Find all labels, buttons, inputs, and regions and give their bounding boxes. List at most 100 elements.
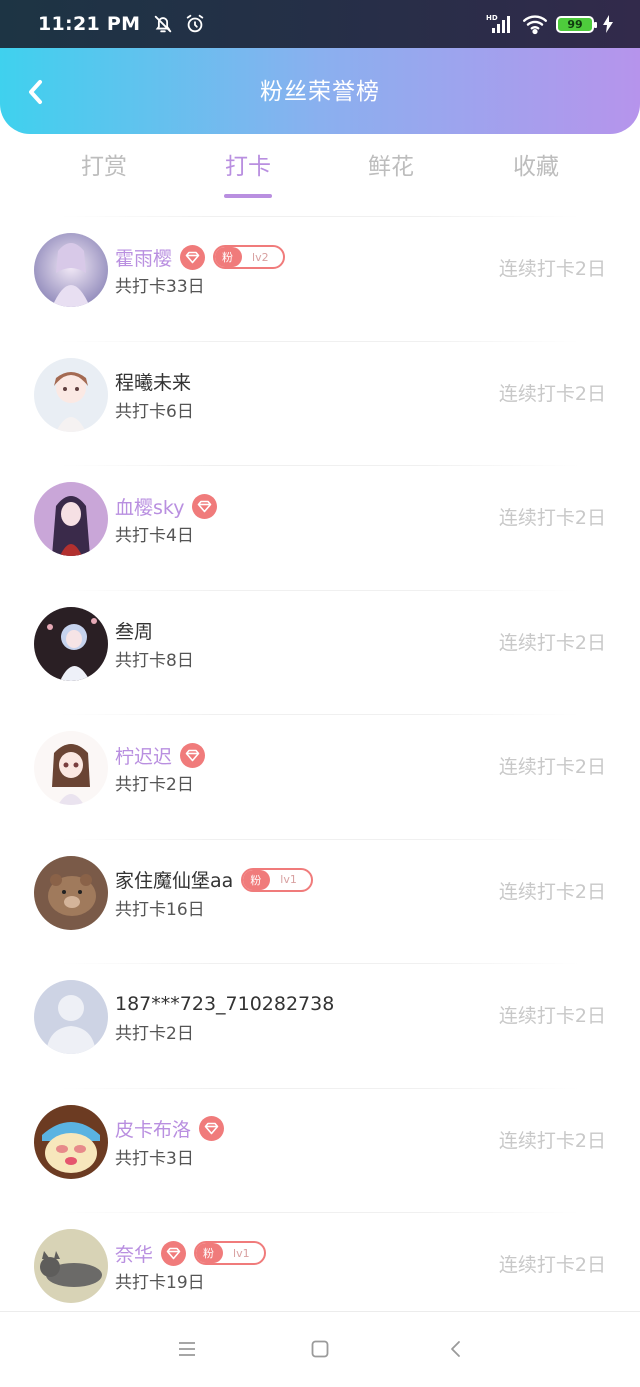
tab-active-indicator [224,194,272,198]
diamond-vip-icon [180,244,206,270]
total-checkins: 共打卡6日 [115,401,194,422]
name-line: 187***723_710282738 [115,989,334,1019]
list-item[interactable]: 叁周 共打卡8日 连续打卡2日 [0,589,640,714]
fan-name: 皮卡布洛 [115,1119,192,1141]
total-checkins: 共打卡8日 [115,650,194,671]
fan-level-badge: 粉 lv1 [241,867,313,892]
name-line: 血樱sky [115,491,218,521]
list-item[interactable]: 程曦未来 共打卡6日 连续打卡2日 [0,340,640,465]
status-bar: 11:21 PM HD 99 [0,0,640,48]
streak-text: 连续打卡2日 [498,880,606,903]
diamond-vip-icon [192,493,218,519]
total-checkins: 共打卡2日 [115,775,194,795]
list-item[interactable]: 霍雨樱 粉 lv2 共打卡33日 连续打卡2日 [0,216,640,340]
menu-icon [179,1342,195,1356]
system-back-button[interactable] [440,1334,470,1364]
streak-text: 连续打卡2日 [498,1129,606,1152]
system-nav-bar [0,1311,640,1387]
charging-icon [603,15,613,33]
divider [60,838,580,840]
total-checkins: 共打卡4日 [115,526,194,546]
battery-indicator: 99 [556,15,597,33]
avatar[interactable] [34,606,108,681]
back-triangle-icon [451,1341,460,1357]
total-checkins: 共打卡19日 [115,1273,205,1293]
fan-level-badge: 粉 lv1 [194,1241,266,1265]
divider [60,1212,580,1213]
divider [60,465,580,466]
name-line: 霍雨樱 粉 lv2 [115,242,285,272]
fan-name: 187***723_710282738 [115,993,335,1015]
divider [60,1087,580,1089]
tab-flowers[interactable]: 鲜花 [331,134,451,204]
divider [60,216,580,217]
tab-flowers-label: 鲜花 [368,154,414,180]
name-line: 柠迟迟 [115,740,206,770]
streak-text: 连续打卡2日 [498,1254,606,1276]
fan-name: 奈华 [115,1243,154,1266]
diamond-vip-icon [180,742,206,768]
tab-checkin[interactable]: 打卡 [188,134,308,204]
streak-text: 连续打卡2日 [498,1005,606,1027]
name-line: 程曦未来 [115,367,191,397]
total-checkins: 共打卡33日 [115,277,205,297]
streak-text: 连续打卡2日 [498,507,606,529]
name-line: 家住魔仙堡aa 粉 lv1 [115,865,313,895]
diamond-vip-icon [199,1116,225,1141]
svg-text:HD: HD [486,14,498,22]
avatar[interactable] [34,1104,108,1179]
fan-name: 柠迟迟 [115,745,173,768]
avatar[interactable] [34,1229,108,1303]
name-line: 叁周 [115,616,153,646]
divider [60,714,580,715]
list-item[interactable]: 187***723_710282738 共打卡2日 连续打卡2日 [0,963,640,1087]
list-item[interactable]: 家住魔仙堡aa 粉 lv1 共打卡16日 连续打卡2日 [0,838,640,963]
tab-reward[interactable]: 打赏 [44,134,164,204]
streak-text: 连续打卡2日 [498,631,606,654]
divider [60,340,580,342]
streak-text: 连续打卡2日 [498,258,606,280]
fan-name: 霍雨樱 [115,247,173,270]
fan-name: 程曦未来 [115,372,192,394]
total-checkins: 共打卡2日 [115,1024,194,1044]
avatar[interactable] [34,980,108,1054]
total-checkins: 共打卡16日 [115,899,205,920]
streak-text: 连续打卡2日 [498,382,606,405]
tab-reward-label: 打赏 [81,154,127,180]
home-button[interactable] [305,1334,335,1364]
list-item[interactable]: 柠迟迟 共打卡2日 连续打卡2日 [0,714,640,838]
hd-signal-icon: HD [486,14,510,33]
list-item[interactable]: 皮卡布洛 共打卡3日 连续打卡2日 [0,1087,640,1212]
diamond-vip-icon [161,1240,187,1266]
fan-badge-level: lv2 [252,250,269,264]
status-icons-left [152,13,206,35]
tab-checkin-label: 打卡 [225,154,271,180]
alarm-icon [187,14,204,33]
divider [60,589,580,591]
fan-name: 家住魔仙堡aa [115,870,234,892]
status-time: 11:21 PM [38,13,141,35]
fan-badge-level: lv1 [280,873,297,886]
divider [60,963,580,964]
avatar[interactable] [34,233,108,307]
home-square-icon [311,1340,329,1358]
fan-name: 血樱sky [115,496,185,519]
fan-name: 叁周 [115,621,154,643]
wifi-icon [522,15,548,35]
avatar[interactable] [34,357,108,432]
avatar[interactable] [34,482,108,556]
name-line: 奈华 粉 lv1 [115,1238,266,1268]
fan-badge-level: lv1 [233,1246,250,1260]
fan-badge-tag: 粉 [215,247,243,267]
tab-favorites[interactable]: 收藏 [476,134,596,204]
name-line: 皮卡布洛 [115,1114,225,1144]
avatar[interactable] [34,731,108,805]
page-title: 粉丝荣誉榜 [260,79,380,105]
avatar[interactable] [34,855,108,930]
fan-badge-tag: 粉 [196,1243,224,1263]
tab-favorites-label: 收藏 [513,154,559,180]
recent-apps-button[interactable] [172,1334,202,1364]
streak-text: 连续打卡2日 [498,756,606,778]
list-item[interactable]: 血樱sky 共打卡4日 连续打卡2日 [0,465,640,589]
bell-off-icon [155,15,172,33]
